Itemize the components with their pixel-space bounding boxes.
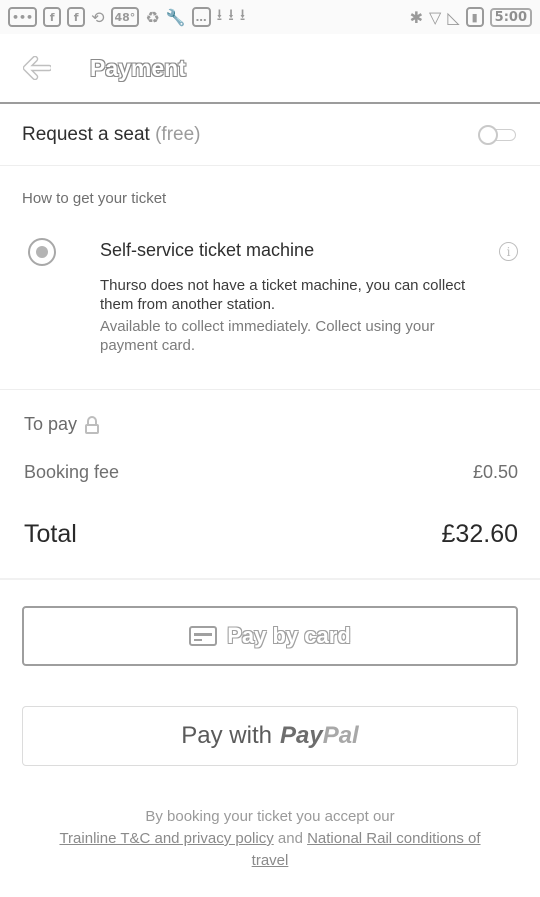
arrow-left-icon [23,56,51,80]
pay-with-paypal-button[interactable]: Pay with PayPal [22,706,518,766]
status-time: 5:00 [489,7,532,27]
total-value: £32.60 [441,520,518,548]
facebook-icon: f [43,7,62,27]
no-sim-icon: ◺ [447,7,460,27]
seat-request-row[interactable]: Request a seat (free) [0,104,540,166]
messages-icon: ••• [8,7,38,27]
pay-by-card-label: Pay by card [227,623,351,648]
toggle-thumb [478,124,498,145]
wrench-icon: 🔧 [165,7,186,27]
delivery-option-note: Available to collect immediately. Collec… [100,318,435,354]
paypal-logo-pay: Pay [279,722,323,749]
status-bar-system: ✱ ▽ ◺ ▮ 5:00 [410,7,532,27]
price-divider [0,578,540,580]
status-bar: ••• f f ⟲ 48° ♻ 🔧 … ⭳ ⭳ ⭳ ✱ ▽ ◺ ▮ 5:00 [0,0,540,34]
share-icon: ⟲ [91,7,105,27]
facebook-icon: f [67,7,86,27]
chat-icon: … [191,7,211,27]
total-row: Total £32.60 [24,520,518,549]
status-bar-notifications: ••• f f ⟲ 48° ♻ 🔧 … ⭳ ⭳ ⭳ [8,4,245,31]
download-icon: ⭳ [216,4,223,24]
lock-icon [85,415,100,434]
recycle-icon: ♻ [145,7,160,27]
legal-intro: By booking your ticket you accept our [145,808,395,825]
booking-fee-value: £0.50 [472,462,518,482]
seat-free-note: (free) [155,123,201,145]
page-title: Payment [90,54,186,81]
delivery-heading: How to get your ticket [22,190,167,207]
delivery-option-description: Thurso does not have a ticket machine, y… [100,277,466,313]
weather-icon: 48° [110,7,140,27]
battery-icon: ▮ [465,7,484,27]
wifi-icon: ▽ [429,7,442,27]
delivery-option-radio[interactable] [28,238,56,266]
paypal-logo: PayPal [280,722,359,750]
download-icon: ⭳ [228,4,234,24]
info-icon[interactable]: i [499,242,518,261]
booking-fee-label: Booking fee [24,462,120,482]
delivery-section: How to get your ticket Self-service tick… [0,166,540,390]
terms-link[interactable]: Trainline T&C and privacy policy [59,830,273,847]
seat-request-label: Request a seat (free) [22,124,201,146]
paypal-logo-pal: Pal [322,722,359,749]
legal-and: and [277,830,303,847]
to-pay-label: To pay [24,414,78,434]
credit-card-icon [189,626,218,646]
back-button[interactable] [18,49,56,87]
seat-toggle[interactable] [478,124,518,145]
seat-request-text: Request a seat [22,123,150,145]
legal-text: By booking your ticket you accept our Tr… [40,806,500,872]
booking-fee-row: Booking fee £0.50 [24,462,518,483]
pay-by-card-button[interactable]: Pay by card [22,606,518,666]
to-pay-heading: To pay [24,414,100,435]
delivery-option-title[interactable]: Self-service ticket machine [100,240,314,261]
app-bar: Payment [0,34,540,104]
download-icon: ⭳ [239,4,246,24]
paypal-prefix: Pay with [181,722,272,749]
bluetooth-icon: ✱ [409,7,424,27]
total-label: Total [24,520,77,548]
